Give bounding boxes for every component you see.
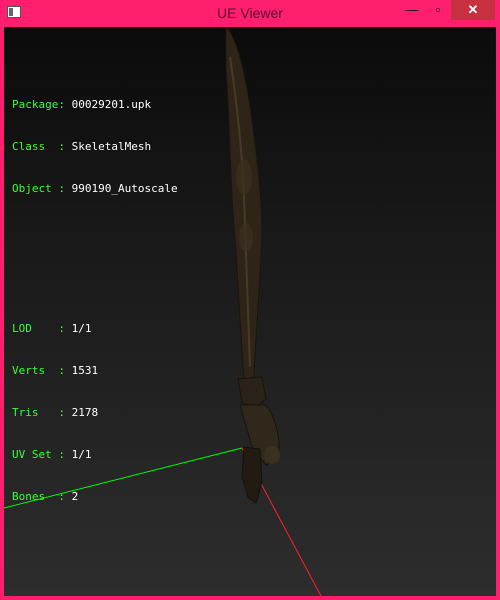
info-row-verts: Verts : 1531 <box>12 364 99 377</box>
info-row-tris: Tris : 2178 <box>12 406 99 419</box>
info-group-stats: LOD : 1/1 Verts : 1531 Tris : 2178 UV Se… <box>12 294 178 532</box>
close-button[interactable]: ✕ <box>451 0 495 20</box>
info-row-lod: LOD : 1/1 <box>12 322 92 335</box>
info-row-package: Package: 00029201.upk <box>12 98 152 111</box>
ue-viewer-window: UE Viewer — ▫ ✕ Package: 00029201.upk Cl… <box>0 0 500 600</box>
info-row-uvset: UV Set : 1/1 <box>12 448 92 461</box>
info-row-object: Object : 990190_Autoscale <box>12 182 178 195</box>
sword-mesh <box>225 27 280 504</box>
minimize-button[interactable]: — <box>399 0 425 20</box>
3d-viewport[interactable]: Package: 00029201.upk Class : SkeletalMe… <box>4 27 496 596</box>
info-row-class: Class : SkeletalMesh <box>12 140 152 153</box>
mesh-info-overlay: Package: 00029201.upk Class : SkeletalMe… <box>12 42 178 560</box>
info-row-bones: Bones : 2 <box>12 490 79 503</box>
title-bar[interactable]: UE Viewer — ▫ ✕ <box>0 0 500 27</box>
info-group-package: Package: 00029201.upk Class : SkeletalMe… <box>12 70 178 224</box>
maximize-button[interactable]: ▫ <box>425 0 451 20</box>
